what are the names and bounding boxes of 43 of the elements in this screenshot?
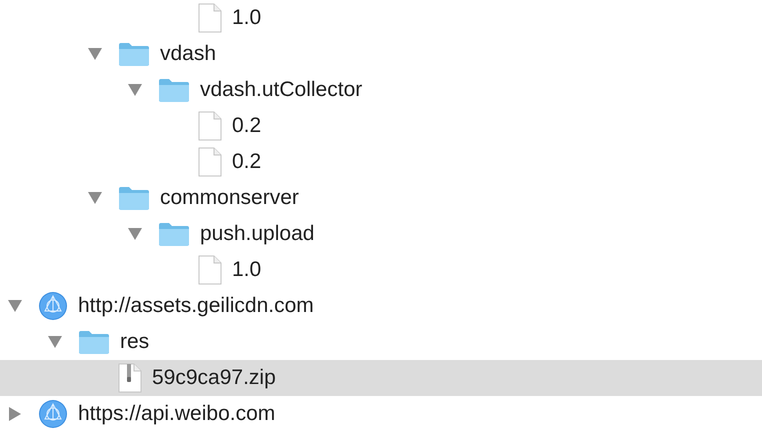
disclosure-triangle-icon[interactable] (127, 227, 143, 241)
tree-item-label: 59c9ca97.zip (152, 366, 276, 390)
tree-item-label: http://assets.geilicdn.com (78, 294, 314, 318)
globe-icon (38, 399, 68, 429)
tree-item-label: res (120, 330, 150, 354)
file-icon (198, 111, 222, 141)
folder-icon (118, 41, 150, 67)
tree-row[interactable]: res (0, 324, 762, 360)
tree-row[interactable]: vdash (0, 36, 762, 72)
file-icon (198, 147, 222, 177)
tree-item-label: 1.0 (232, 258, 262, 282)
tree-row[interactable]: 0.2 (0, 144, 762, 180)
disclosure-triangle-icon[interactable] (127, 83, 143, 97)
tree-item-label: push.upload (200, 222, 314, 246)
tree-row[interactable]: 1.0 (0, 0, 762, 36)
tree-row[interactable]: push.upload (0, 216, 762, 252)
tree-row[interactable]: 1.0 (0, 252, 762, 288)
globe-icon (38, 291, 68, 321)
disclosure-triangle-icon[interactable] (87, 191, 103, 205)
file-icon (198, 3, 222, 33)
tree-row[interactable]: 0.2 (0, 108, 762, 144)
tree-row[interactable]: https://api.weibo.com (0, 396, 762, 432)
folder-icon (158, 221, 190, 247)
folder-icon (78, 329, 110, 355)
tree-row[interactable]: 59c9ca97.zip (0, 360, 762, 396)
tree-item-label: https://api.weibo.com (78, 402, 276, 426)
disclosure-triangle-icon[interactable] (87, 47, 103, 61)
tree-item-label: commonserver (160, 186, 299, 210)
tree-row[interactable]: vdash.utCollector (0, 72, 762, 108)
tree-item-label: 0.2 (232, 114, 262, 138)
disclosure-triangle-icon[interactable] (47, 335, 63, 349)
tree-row[interactable]: http://assets.geilicdn.com (0, 288, 762, 324)
folder-icon (118, 185, 150, 211)
tree-row[interactable]: commonserver (0, 180, 762, 216)
tree-item-label: 0.2 (232, 150, 262, 174)
disclosure-triangle-icon[interactable] (7, 299, 23, 313)
file-icon (198, 255, 222, 285)
tree-item-label: vdash.utCollector (200, 78, 362, 102)
disclosure-triangle-icon[interactable] (7, 407, 23, 421)
folder-icon (158, 77, 190, 103)
tree-item-label: 1.0 (232, 6, 262, 30)
zip-file-icon (118, 363, 142, 393)
tree-item-label: vdash (160, 42, 216, 66)
